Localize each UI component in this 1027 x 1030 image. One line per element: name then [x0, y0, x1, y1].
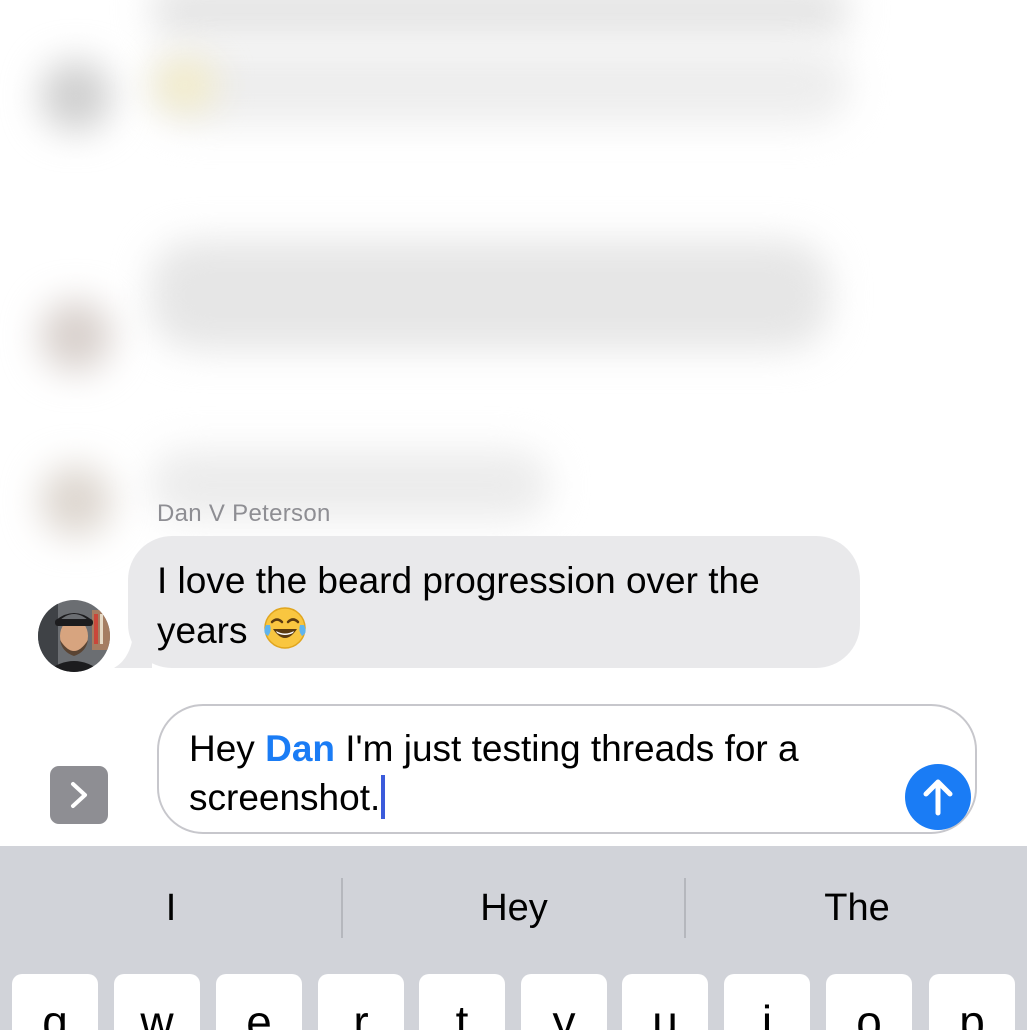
blurred-message	[150, 240, 830, 350]
messages-thread-screen: Dan V Peterson I love the beard progress…	[0, 0, 1027, 1030]
chevron-right-icon	[71, 782, 87, 808]
compose-prefix: Hey	[189, 728, 255, 769]
blurred-avatar	[40, 465, 112, 537]
blurred-avatar	[40, 300, 112, 372]
face-with-tears-of-joy-icon	[264, 607, 306, 649]
mention-dan[interactable]: Dan	[265, 728, 335, 769]
key-q[interactable]: q	[12, 974, 98, 1030]
blurred-message	[150, 45, 850, 125]
blurred-avatar	[40, 60, 112, 132]
message-compose-field[interactable]: Hey Dan I'm just testing threads for a s…	[157, 704, 977, 834]
blurred-message	[150, 0, 850, 40]
send-button[interactable]	[905, 764, 971, 830]
sender-name: Dan V Peterson	[157, 500, 331, 527]
arrow-up-icon	[923, 779, 953, 816]
key-o[interactable]: o	[826, 974, 912, 1030]
incoming-message-text: I love the beard progression over the ye…	[157, 556, 847, 655]
keyboard: I Hey The q w e r t y u i o p	[0, 846, 1027, 1030]
suggestion-3[interactable]: The	[686, 876, 1027, 940]
key-i[interactable]: i	[724, 974, 810, 1030]
compose-text[interactable]: Hey Dan I'm just testing threads for a s…	[189, 724, 909, 822]
key-p[interactable]: p	[929, 974, 1015, 1030]
key-t[interactable]: t	[419, 974, 505, 1030]
predictive-text-bar: I Hey The	[0, 846, 1027, 970]
key-w[interactable]: w	[114, 974, 200, 1030]
expand-apps-button[interactable]	[50, 766, 108, 824]
key-y[interactable]: y	[521, 974, 607, 1030]
key-r[interactable]: r	[318, 974, 404, 1030]
suggestion-1[interactable]: I	[0, 876, 342, 940]
text-caret	[381, 775, 386, 819]
blurred-emoji	[155, 60, 215, 110]
suggestion-2[interactable]: Hey	[343, 876, 685, 940]
key-e[interactable]: e	[216, 974, 302, 1030]
blurred-previous-messages	[0, 0, 1027, 560]
key-u[interactable]: u	[622, 974, 708, 1030]
message-text: I love the beard progression over the ye…	[157, 560, 760, 651]
sender-avatar[interactable]	[38, 600, 110, 672]
